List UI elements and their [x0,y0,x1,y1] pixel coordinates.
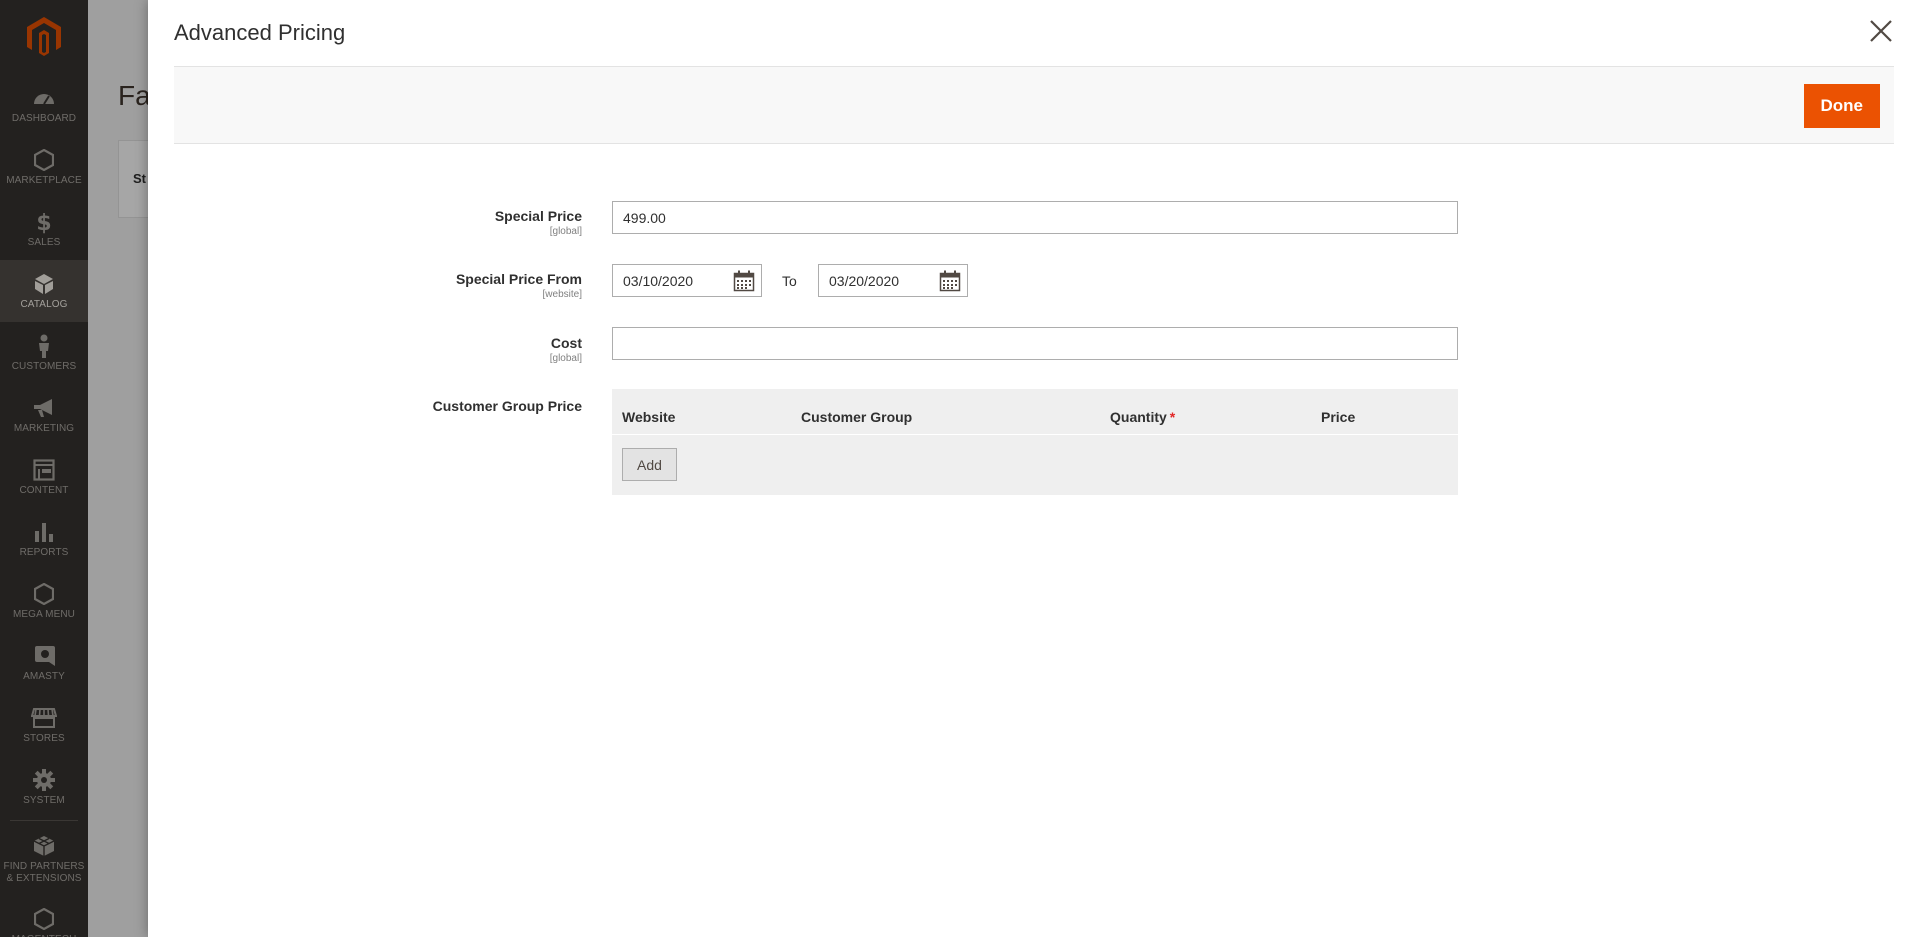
column-header-quantity-group: Quantity * [1110,409,1175,425]
modal-header: Advanced Pricing [148,0,1920,66]
close-icon [1870,20,1892,42]
modal-toolbar: Done [174,66,1894,144]
table-header-divider [612,434,1458,435]
modal-title: Advanced Pricing [174,20,346,45]
close-button[interactable] [1868,18,1894,44]
special-price-from-label-group: Special Price From [website] [148,271,582,300]
customer-group-price-label-group: Customer Group Price [148,398,582,414]
done-button[interactable]: Done [1803,84,1880,128]
column-header-customer-group: Customer Group [801,409,913,425]
special-price-label: Special Price [494,208,582,224]
special-price-from-input[interactable] [613,265,723,296]
customer-group-price-table: Website Customer Group Quantity * Price A… [612,389,1458,495]
column-header-quantity: Quantity [1110,409,1167,425]
special-price-scope: [global] [549,226,582,237]
column-header-website: Website [622,409,676,425]
special-price-input[interactable] [612,201,1458,234]
calendar-icon[interactable] [939,270,961,292]
special-price-from-label: Special Price From [455,271,582,287]
customer-group-price-label: Customer Group Price [432,398,582,414]
special-price-to-date [818,264,968,297]
special-price-from-scope: [website] [542,289,582,300]
add-button[interactable]: Add [622,448,677,481]
special-price-label-group: Special Price [global] [148,208,582,237]
cost-label: Cost [550,335,582,351]
cost-scope: [global] [549,353,582,364]
cost-label-group: Cost [global] [148,335,582,364]
to-label: To [782,273,797,289]
cost-input[interactable] [612,327,1458,360]
required-marker: * [1169,409,1176,425]
calendar-icon[interactable] [733,270,755,292]
special-price-from-date [612,264,762,297]
advanced-pricing-modal: Advanced Pricing Done Special Price [glo… [148,0,1920,937]
special-price-to-input[interactable] [819,265,929,296]
column-header-price: Price [1321,409,1356,425]
